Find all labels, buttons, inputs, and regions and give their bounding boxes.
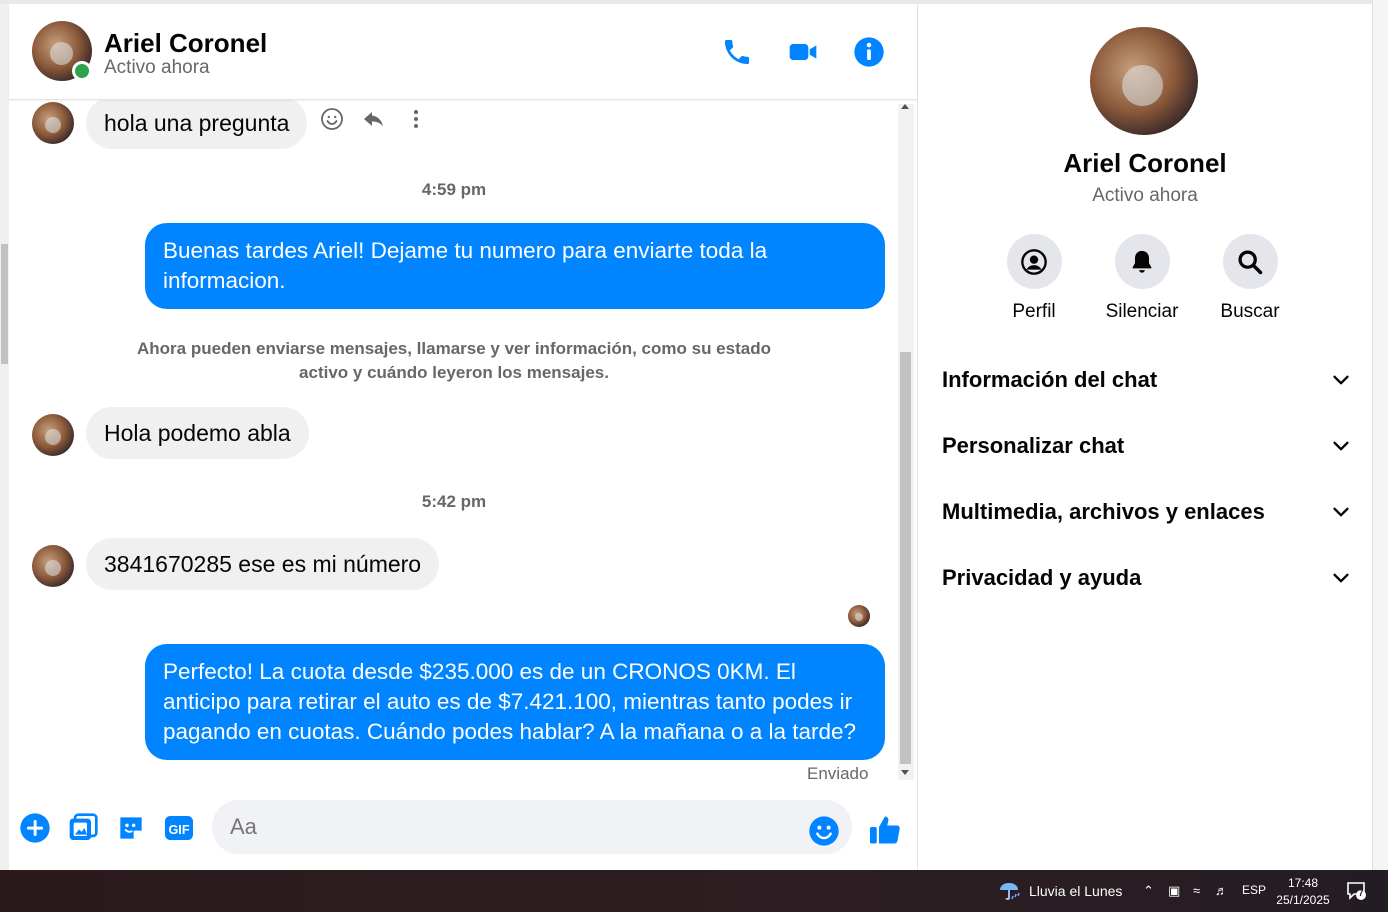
section-title: Personalizar chat [942,433,1125,458]
section-customize-chat[interactable]: Personalizar chat [942,426,1352,466]
notification-count: 7 [1358,888,1364,898]
section-media-files[interactable]: Multimedia, archivos y enlaces [942,492,1352,532]
avatar[interactable] [32,102,74,144]
wifi-icon[interactable]: ≈ [1193,883,1200,898]
search-button[interactable]: Buscar [1205,234,1295,323]
profile-label: Perfil [1012,301,1056,322]
emoji-button[interactable] [808,815,840,847]
reply-icon [364,112,383,127]
message-scrollbar-thumb[interactable] [900,352,911,764]
more-options-button[interactable] [404,107,428,131]
phone-icon [725,40,749,64]
sticker-button[interactable] [115,812,147,844]
language-indicator[interactable]: ESP [1242,883,1266,897]
message-actions [320,107,428,131]
video-call-button[interactable] [785,34,821,70]
notification-button[interactable]: 7 [1346,881,1368,901]
avatar[interactable] [32,545,74,587]
info-icon [854,37,884,67]
page-scrollbar[interactable] [1372,0,1388,870]
reply-button[interactable] [362,107,386,131]
scroll-down-arrow[interactable] [901,770,909,775]
weather-text[interactable]: Lluvia el Lunes [1029,883,1122,899]
device-icon[interactable]: ▣ [1168,883,1180,899]
clock-date: 25/1/2025 [1276,893,1330,907]
chevron-down-icon [1333,573,1349,583]
call-button[interactable] [719,34,755,70]
profile-button[interactable]: Perfil [989,234,1079,323]
timestamp: 5:42 pm [421,492,487,511]
message-list[interactable]: hola una pregunta 4:59 pm Buenas tardes … [9,100,917,780]
gallery-icon [69,813,98,840]
section-title: Multimedia, archivos y enlaces [942,499,1265,524]
info-contact-name: Ariel Coronel [1063,148,1227,178]
plus-icon [20,813,50,843]
message-bubble-outgoing[interactable]: Buenas tardes Ariel! Dejame tu numero pa… [145,223,885,309]
chevron-down-icon [1333,507,1349,517]
online-indicator [72,61,92,81]
left-scrollbar[interactable] [0,4,9,870]
message-bubble[interactable]: Hola podemo abla [86,407,309,459]
sticker-icon [120,817,142,839]
info-contact-status: Activo ahora [1092,185,1198,206]
more-actions-button[interactable] [19,812,51,844]
info-panel: Ariel Coronel Activo ahora Perfil Silenc… [918,4,1372,870]
volume-icon[interactable]: ♬ [1215,883,1228,898]
section-chat-info[interactable]: Información del chat [942,360,1352,400]
taskbar: Lluvia el Lunes ⌃ ▣ ≈ ♬ ESP 17:48 25/1/2… [0,870,1388,912]
section-privacy-help[interactable]: Privacidad y ayuda [942,558,1352,598]
message-bubble[interactable]: hola una pregunta [86,100,308,149]
profile-icon [1021,248,1047,275]
timestamp: 4:59 pm [421,180,487,199]
emoji-icon [809,816,839,846]
system-note: Ahora pueden enviarse mensajes, llamarse… [137,339,771,382]
conversation-info-button[interactable] [851,34,887,70]
chevron-up-icon[interactable]: ⌃ [1143,883,1154,899]
gif-button[interactable]: GIF [163,812,195,844]
chevron-down-icon [1333,441,1349,451]
mute-button[interactable]: Silenciar [1097,234,1187,323]
search-label: Buscar [1220,301,1280,322]
search-icon [1238,249,1263,274]
emoji-react-icon [321,108,343,130]
section-title: Información del chat [942,367,1158,392]
message-input[interactable] [212,800,852,854]
sent-status: Enviado [807,764,869,780]
seen-avatar [848,605,870,627]
video-icon [789,44,817,60]
chevron-down-icon [1333,375,1349,385]
clock-time: 17:48 [1287,876,1319,890]
like-icon [870,816,900,844]
svg-text:GIF: GIF [168,823,189,837]
conversation-header: Ariel Coronel Activo ahora [9,4,917,100]
gif-icon: GIF [165,816,193,840]
scroll-up-arrow[interactable] [901,104,909,109]
message-bubble-outgoing[interactable]: Perfecto! La cuota desde $235.000 es de … [145,644,885,760]
avatar[interactable] [1090,27,1198,135]
react-button[interactable] [320,107,344,131]
clock[interactable]: 17:48 25/1/2025 [1276,875,1330,909]
bell-icon [1132,250,1152,273]
avatar[interactable] [32,414,74,456]
like-button[interactable] [867,812,903,848]
contact-name[interactable]: Ariel Coronel [104,28,267,59]
composer: GIF [9,780,917,870]
conversation-panel: Ariel Coronel Activo ahora hola una preg… [9,4,918,870]
attach-media-button[interactable] [67,812,99,844]
more-icon [414,110,418,128]
weather-icon[interactable] [996,879,1022,903]
section-title: Privacidad y ayuda [942,565,1142,590]
contact-status: Activo ahora [104,57,210,78]
mute-label: Silenciar [1105,301,1179,322]
message-bubble[interactable]: 3841670285 ese es mi número [86,538,440,590]
left-scrollbar-thumb[interactable] [1,244,8,364]
